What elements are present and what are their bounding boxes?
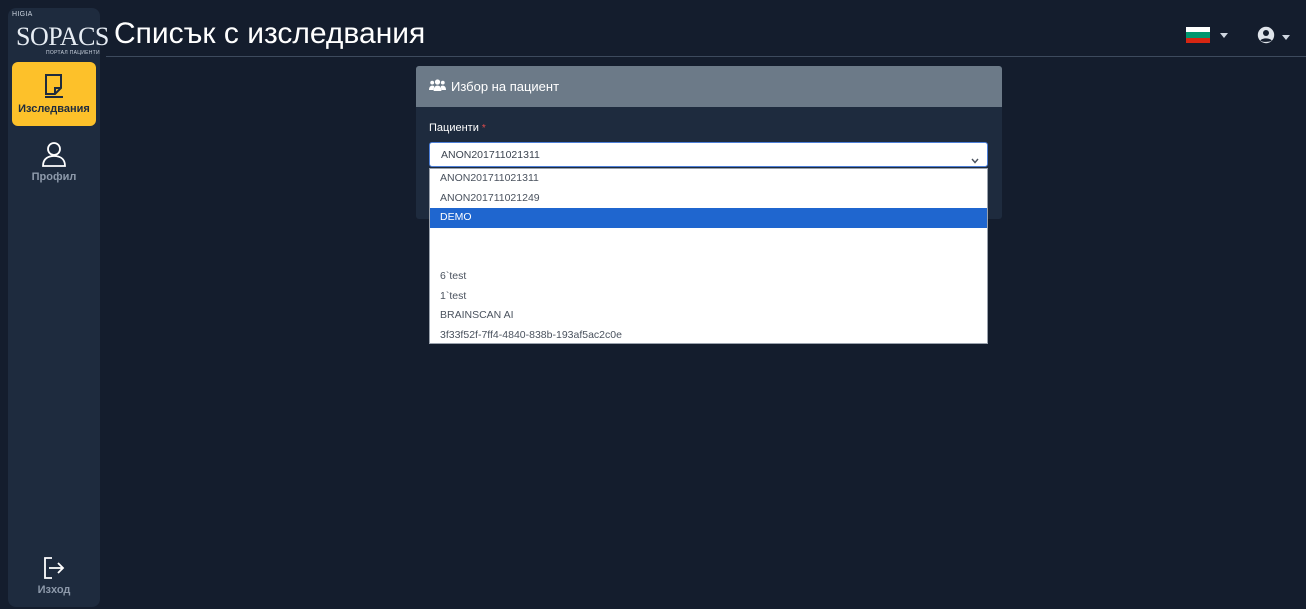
sidebar-item-label: Профил	[31, 171, 77, 183]
user-circle-icon	[1257, 26, 1275, 49]
dropdown-option[interactable]: ANON201711021311	[430, 169, 987, 189]
users-icon	[429, 78, 446, 96]
chevron-down-icon	[971, 151, 979, 169]
chevron-down-icon	[1220, 32, 1228, 38]
language-selector[interactable]	[1186, 27, 1228, 43]
sidebar-item-label: Изследвания	[18, 103, 90, 115]
patients-field-label: Пациенти *	[429, 122, 486, 134]
document-icon	[42, 73, 66, 99]
header-divider	[106, 56, 1306, 57]
required-mark: *	[481, 123, 486, 134]
page-title: Списък с изследвания	[114, 17, 426, 50]
patients-label-text: Пациенти	[429, 122, 479, 134]
sidebar-item-profile[interactable]: Профил	[12, 130, 96, 194]
logo-brand-sub: ПОРТАЛ ПАЦИЕНТИ	[46, 50, 100, 56]
user-menu[interactable]	[1257, 26, 1290, 49]
app-window: HIGIA SOPACS ПОРТАЛ ПАЦИЕНТИ Изследвания	[0, 0, 1306, 609]
logo-brand-main: SOPACS	[16, 22, 109, 51]
dropdown-option[interactable]: 3f33f52f-7ff4-4840-838b-193af5ac2c0e	[430, 326, 987, 346]
sidebar: HIGIA SOPACS ПОРТАЛ ПАЦИЕНТИ Изследвания	[8, 8, 109, 608]
patients-dropdown-list: ANON201711021311 ANON201711021249 DEMO 6…	[429, 168, 988, 344]
patients-select[interactable]: ANON201711021311	[429, 142, 988, 167]
dropdown-option[interactable]: ANON201711021249	[430, 189, 987, 209]
logout-icon	[43, 556, 65, 580]
logo-brand-small: HIGIA	[12, 11, 33, 18]
user-icon	[41, 141, 67, 167]
chevron-down-icon	[1282, 35, 1290, 40]
dropdown-option[interactable]: DEMO	[430, 208, 987, 228]
card-header: Избор на пациент	[416, 66, 1002, 107]
sidebar-item-logout[interactable]: Изход	[12, 544, 96, 608]
patients-select-value: ANON201711021311	[441, 148, 540, 161]
bulgaria-flag-icon	[1186, 27, 1210, 43]
dropdown-option[interactable]: BRAINSCAN AI	[430, 306, 987, 326]
sidebar-item-label: Изход	[37, 584, 71, 596]
dropdown-option[interactable]: 1`test	[430, 287, 987, 307]
flag-stripe-red	[1186, 37, 1210, 43]
dropdown-option[interactable]	[430, 247, 987, 267]
dropdown-option[interactable]: 6`test	[430, 267, 987, 287]
card-title: Избор на пациент	[451, 79, 560, 94]
dropdown-option[interactable]	[430, 228, 987, 248]
sidebar-item-studies[interactable]: Изследвания	[12, 62, 96, 126]
logo: HIGIA SOPACS ПОРТАЛ ПАЦИЕНТИ	[8, 8, 109, 60]
